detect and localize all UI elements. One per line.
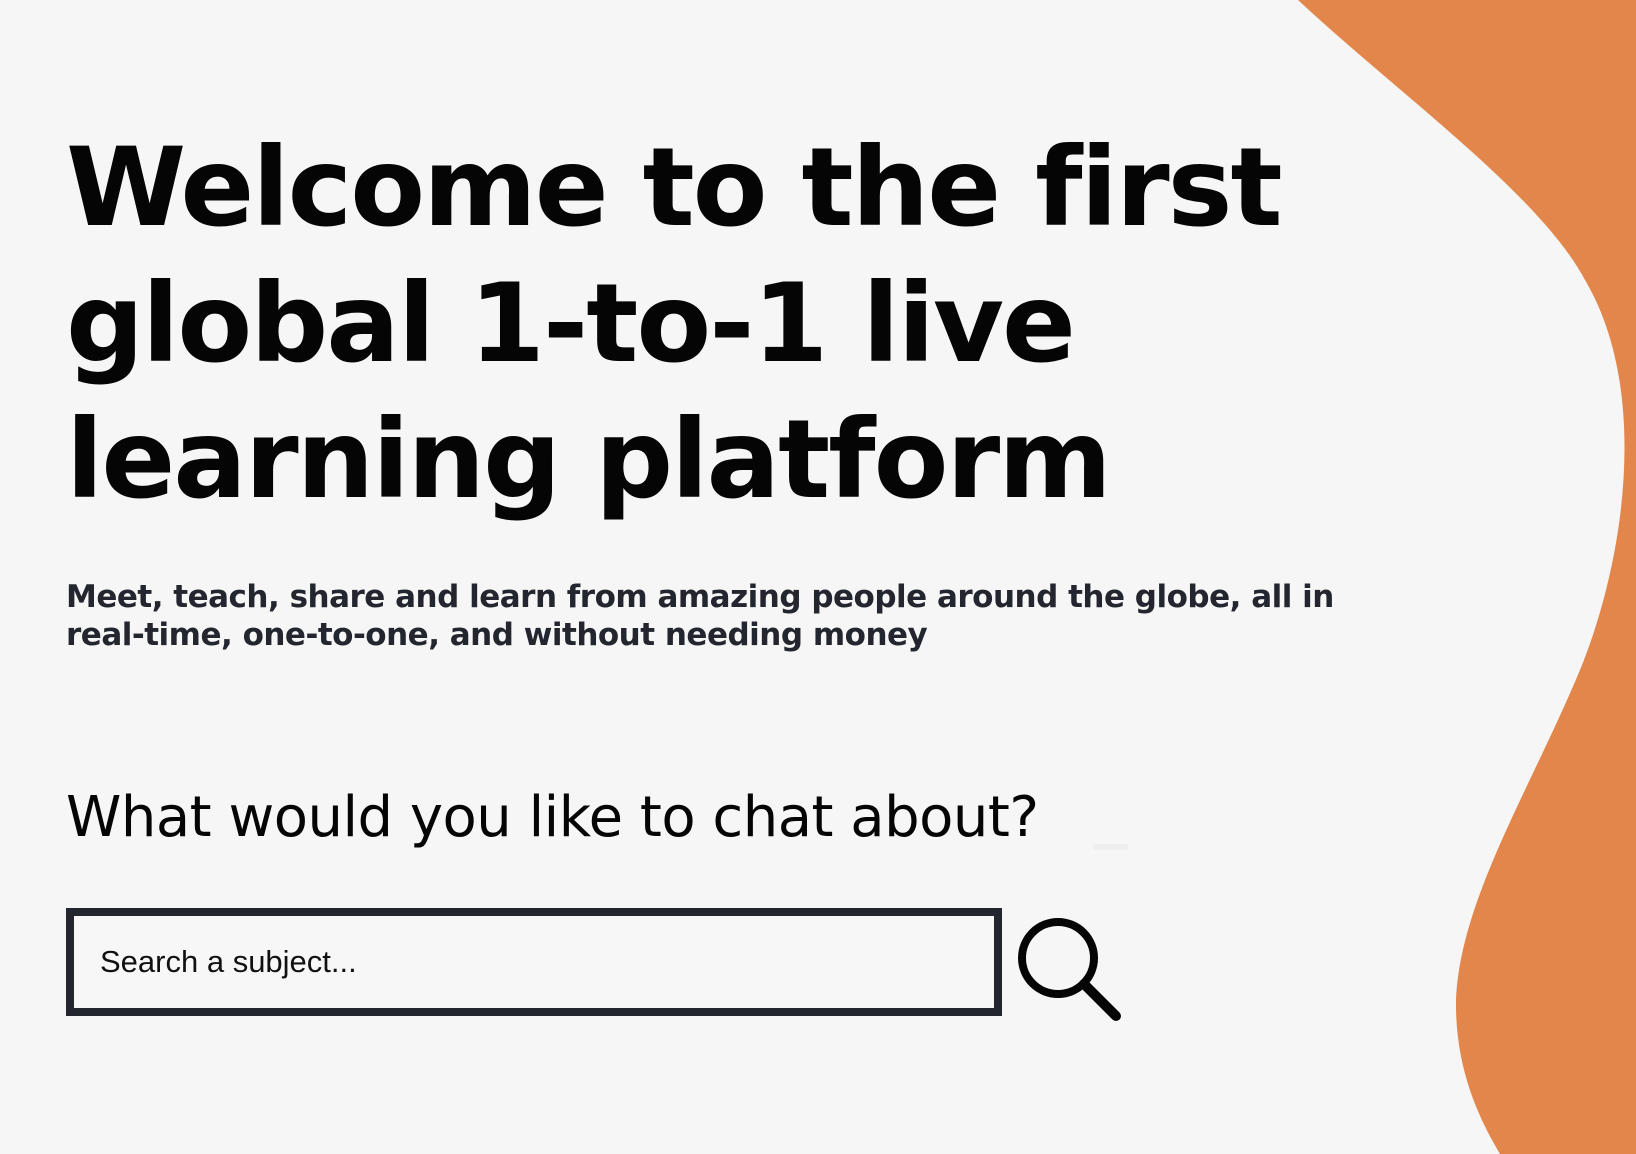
hero-tagline: Meet, teach, share and learn from amazin… [66, 579, 1334, 653]
search-box [66, 908, 1002, 1016]
page-headline: Welcome to the first global 1-to-1 live … [66, 124, 1283, 523]
search-input[interactable] [74, 916, 994, 1008]
hero-section: Welcome to the first global 1-to-1 live … [66, 120, 1396, 654]
search-icon [1018, 918, 1121, 1021]
text-cursor-mark [1094, 844, 1128, 850]
search-prompt: What would you like to chat about? [66, 785, 1039, 850]
search-button[interactable] [1016, 916, 1128, 1028]
